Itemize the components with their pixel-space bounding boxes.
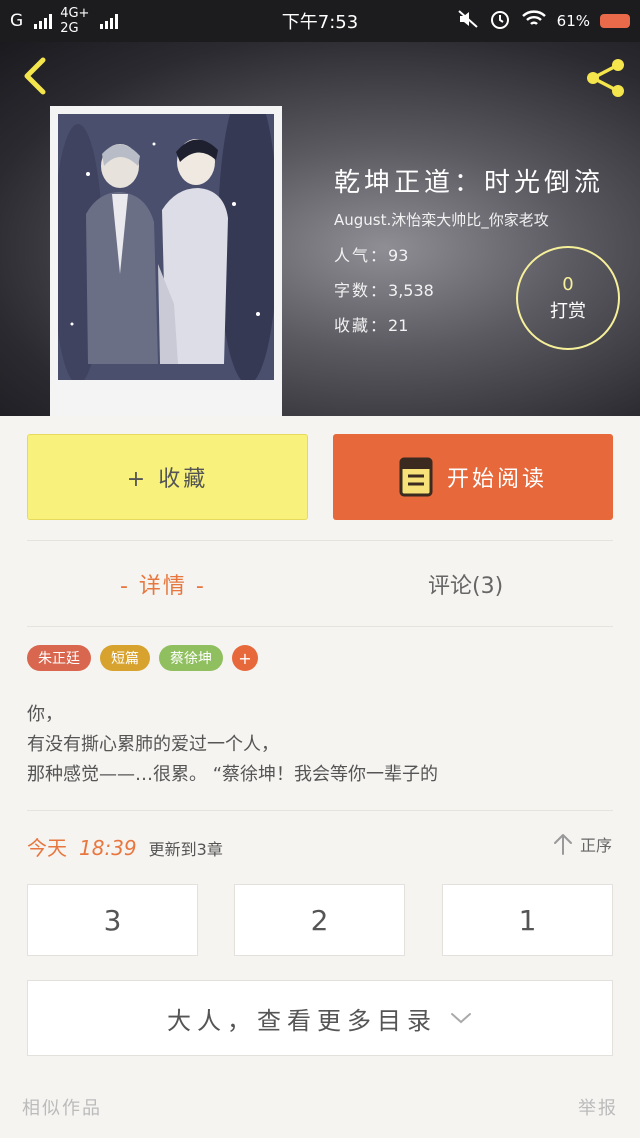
tag-chip[interactable]: 短篇 bbox=[100, 645, 150, 671]
share-button[interactable] bbox=[582, 54, 630, 102]
status-bar: G 4G+ 2G 下午7:53 61% bbox=[0, 0, 640, 42]
signal-icon bbox=[34, 13, 53, 29]
similar-works-link[interactable]: 相似作品 bbox=[22, 1094, 102, 1120]
favorites-value: 21 bbox=[388, 316, 409, 335]
tag-chip[interactable]: 蔡徐坤 bbox=[159, 645, 223, 671]
more-chapters-label: 大人，查看更多目录 bbox=[167, 1006, 437, 1035]
word-count-value: 3,538 bbox=[388, 281, 434, 300]
favorites-stat: 收藏：21 bbox=[334, 312, 408, 336]
book-cover bbox=[50, 106, 282, 416]
tab-detail[interactable]: - 详情 - bbox=[120, 564, 206, 604]
reward-button[interactable]: 0 打赏 bbox=[516, 246, 620, 350]
chapter-button[interactable]: 3 bbox=[27, 884, 198, 956]
cover-illustration bbox=[58, 114, 274, 380]
network-label-1: 4G+ bbox=[60, 6, 90, 21]
update-day: 今天 bbox=[27, 836, 67, 860]
arrow-up-icon bbox=[553, 834, 572, 855]
wifi-icon bbox=[521, 9, 547, 33]
book-title: 乾坤正道：时光倒流 bbox=[334, 168, 605, 198]
update-time: 18:39 bbox=[79, 836, 137, 860]
sort-toggle[interactable]: 正序 bbox=[552, 832, 612, 856]
collect-button[interactable]: + 收藏 bbox=[27, 434, 308, 520]
start-reading-button[interactable]: 开始阅读 bbox=[333, 434, 613, 520]
reward-count: 0 bbox=[562, 273, 574, 295]
back-button[interactable] bbox=[14, 56, 54, 96]
divider bbox=[27, 810, 613, 811]
tag-chip[interactable]: 朱正廷 bbox=[27, 645, 91, 671]
report-link[interactable]: 举报 bbox=[578, 1094, 618, 1120]
popularity-label: 人气： bbox=[334, 246, 389, 265]
share-icon bbox=[587, 59, 624, 97]
favorites-label: 收藏： bbox=[334, 316, 389, 335]
popularity-value: 93 bbox=[388, 246, 409, 265]
book-header: 乾坤正道：时光倒流 August.沐怡栾大帅比_你家老攻 人气：93 字数：3,… bbox=[0, 42, 640, 416]
divider bbox=[27, 540, 613, 541]
battery-icon bbox=[600, 14, 630, 28]
signal-icon-2 bbox=[100, 13, 119, 29]
synopsis-line: 有没有撕心累肺的爱过一个人， bbox=[27, 734, 279, 755]
chapter-button[interactable]: 2 bbox=[234, 884, 405, 956]
chevron-down-icon bbox=[451, 1013, 471, 1024]
synopsis[interactable]: 你， 有没有撕心累肺的爱过一个人， 那种感觉——…很累。 “蔡徐坤！我会等你一辈… bbox=[27, 700, 617, 790]
tag-list: 朱正廷 短篇 蔡徐坤 + bbox=[27, 645, 258, 671]
carrier-label: G bbox=[10, 11, 24, 31]
start-reading-label: 开始阅读 bbox=[446, 467, 547, 492]
network-label-2: 2G bbox=[60, 21, 79, 36]
reward-label: 打赏 bbox=[550, 300, 586, 322]
add-tag-button[interactable]: + bbox=[232, 645, 258, 671]
sort-label: 正序 bbox=[579, 836, 612, 855]
divider bbox=[27, 626, 613, 627]
word-count-stat: 字数：3,538 bbox=[334, 277, 434, 301]
battery-label: 61% bbox=[556, 12, 590, 30]
book-icon bbox=[399, 457, 433, 497]
collect-label: + 收藏 bbox=[126, 467, 209, 492]
chapter-button[interactable]: 1 bbox=[442, 884, 613, 956]
book-author[interactable]: August.沐怡栾大帅比_你家老攻 bbox=[334, 209, 549, 230]
word-count-label: 字数： bbox=[334, 281, 389, 300]
update-info: 今天 18:39 更新到3章 bbox=[27, 832, 223, 861]
mute-icon bbox=[457, 9, 479, 33]
back-arrow-icon bbox=[24, 57, 46, 95]
more-chapters-button[interactable]: 大人，查看更多目录 bbox=[27, 980, 613, 1056]
synopsis-line: 那种感觉——…很累。 “蔡徐坤！我会等你一辈子的 bbox=[27, 764, 439, 785]
popularity-stat: 人气：93 bbox=[334, 242, 408, 266]
synopsis-line: 你， bbox=[27, 704, 63, 725]
update-text: 更新到3章 bbox=[148, 840, 223, 859]
alarm-icon bbox=[489, 8, 511, 34]
tab-comments[interactable]: 评论(3) bbox=[428, 564, 503, 604]
